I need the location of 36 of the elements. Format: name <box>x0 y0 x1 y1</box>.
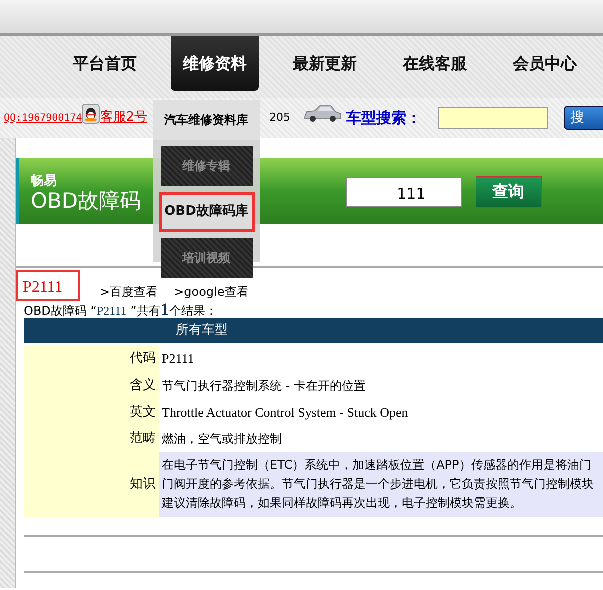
car-icon <box>302 104 343 124</box>
banner-title: OBD故障码 <box>31 191 142 212</box>
table-cell: P2111 <box>159 345 603 372</box>
table-cell: Throttle Actuator Control System - Stuck Open <box>159 398 603 426</box>
row-label: 代码 <box>24 345 159 372</box>
menu-item[interactable]: 汽车维修资料库 <box>153 100 260 140</box>
penguin-icon <box>82 104 100 124</box>
row-label: 英文 <box>24 398 159 426</box>
menu-item[interactable]: OBD故障码库 <box>158 192 254 232</box>
knowledge-text: 在电子节气门控制（ETC）系统中，加速踏板位置（APP）传感器的作用是将油门 门阀开度的参考依据。节气门执行器是一个步进电机，它负责按照节气门控制模块 建议清除故障码，如果同样故障码再次出现，电子控制模块需更换。 <box>159 452 603 517</box>
table-cell: 燃油，空气或排放控制 <box>159 426 603 452</box>
result-summary: OBD故障码 “P2111 ”共有1个结果： <box>24 303 218 318</box>
car-search-label: 车型搜索： <box>346 108 422 129</box>
search-link[interactable]: >google查看 <box>174 283 249 301</box>
table-cell: 节气门执行器控制系统 - 卡在开的位置 <box>159 372 603 398</box>
nav-tab[interactable]: 维修资料 <box>171 36 259 91</box>
qq-link[interactable]: QQ:1967900174 <box>4 110 82 126</box>
code-search-field[interactable]: 111 <box>346 177 462 207</box>
table-header: 所有车型 <box>24 318 603 343</box>
nav-tab[interactable]: 平台首页 <box>50 36 160 91</box>
service-link[interactable]: 客服2号 <box>100 108 148 128</box>
search-link[interactable]: >百度查看 <box>100 283 158 301</box>
nav-tab[interactable]: 会员中心 <box>490 36 600 91</box>
nav-tab[interactable]: 最新更新 <box>270 36 380 91</box>
fault-code-title: P2111 <box>16 270 80 301</box>
menu-item[interactable]: 培训视频 <box>160 238 252 278</box>
row-label: 含义 <box>24 372 159 398</box>
nav-tab[interactable]: 在线客服 <box>380 36 490 91</box>
search-button[interactable]: 搜 <box>564 106 603 130</box>
query-button[interactable]: 查询 <box>476 176 542 208</box>
car-search-field[interactable] <box>438 107 548 129</box>
menu-item[interactable]: 维修专辑 <box>160 146 252 186</box>
row-label: 知识 <box>24 452 159 517</box>
row-label: 范畴 <box>24 426 159 452</box>
brand-text: 畅易 <box>31 172 58 191</box>
hotline-text: 205 <box>270 110 291 126</box>
